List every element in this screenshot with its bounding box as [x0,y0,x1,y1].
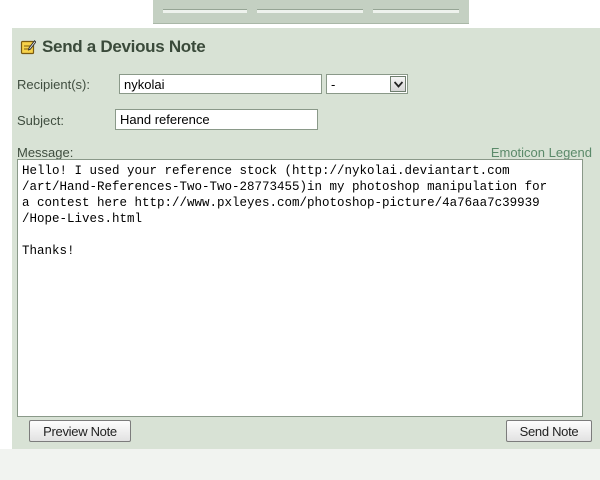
emoticon-legend-link[interactable]: Emoticon Legend [491,145,592,160]
message-label: Message: [17,145,74,160]
page-footer-strip [0,449,600,480]
recipient-label: Recipient(s): [17,77,90,92]
subject-input[interactable] [115,109,318,130]
tab-divider [163,9,247,13]
note-pencil-icon [20,39,37,55]
panel-header: Send a Devious Note [20,35,206,59]
tab-divider [373,9,459,13]
send-note-button[interactable]: Send Note [506,420,592,442]
chevron-down-icon[interactable] [390,76,406,92]
subject-label: Subject: [17,113,64,128]
message-textarea[interactable]: Hello! I used your reference stock (http… [17,159,583,417]
page-title: Send a Devious Note [42,37,206,56]
send-note-panel: Send a Devious Note Recipient(s): - Subj… [12,28,600,449]
recipient-input[interactable] [119,74,322,94]
top-tab-strip [153,0,469,24]
recipient-type-select[interactable]: - [326,74,408,94]
select-value: - [331,76,336,92]
tab-divider [257,9,363,13]
preview-note-button[interactable]: Preview Note [29,420,131,442]
